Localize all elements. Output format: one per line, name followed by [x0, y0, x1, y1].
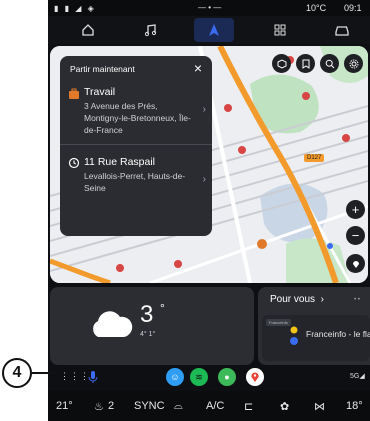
weather-widget[interactable]: 3 ° 4° 1° [50, 287, 254, 365]
seat-heat-icon[interactable]: ♨ [94, 400, 104, 413]
callout-line [32, 372, 58, 374]
destination-title: Travail [84, 86, 116, 98]
clock: 09:1 [344, 3, 362, 13]
status-bar: ▮ ▮ ◢ ◈ — • — 10°C 09:1 [48, 0, 370, 16]
signal-icon: 5G◢ [350, 373, 365, 380]
pager-dots: • • [354, 297, 360, 303]
status-dots: — • — [198, 3, 222, 12]
seat-vent-icon[interactable]: ⋈ [314, 400, 325, 413]
driver-temperature[interactable]: 21° [56, 400, 73, 412]
top-nav-bar [48, 16, 370, 44]
navigation-map[interactable]: D127 Partir maintenant × Travail 3 Avenu… [50, 46, 368, 283]
search-icon [325, 59, 334, 68]
route-shield-label: D127 [304, 154, 325, 162]
spotify-glyph: ≋ [195, 371, 203, 382]
map-poi-button[interactable] [272, 54, 291, 73]
fan-icon[interactable]: ✿ [280, 400, 289, 413]
map-search-button[interactable] [320, 54, 339, 73]
outside-temperature: 10°C [306, 3, 327, 13]
phone-app-icon[interactable]: ● [218, 368, 236, 386]
destination-subtitle: Levallois-Perret, Hauts-de-Seine [84, 171, 186, 193]
bookmark-icon [302, 59, 309, 69]
for-you-title-text: Pour vous [270, 294, 316, 305]
chevron-right-icon: › [202, 104, 206, 115]
radio-logo-icon [290, 326, 298, 345]
for-you-title: Pour vous › [270, 294, 324, 305]
card-header: Partir maintenant [70, 64, 135, 74]
navigation-button[interactable] [194, 18, 234, 42]
briefcase-icon [69, 88, 79, 99]
map-favorites-button[interactable] [296, 54, 315, 73]
history-icon [68, 157, 80, 169]
for-you-item-label: Franceinfo - le flash eco [306, 329, 370, 339]
waze-app-icon[interactable]: ☺ [166, 368, 184, 386]
weather-temperature: 3 [140, 301, 154, 328]
app-launcher-bar: ⋮⋮⋮ ☺ ≋ ● 5G◢ [48, 366, 370, 388]
passenger-temperature[interactable]: 18° [346, 400, 363, 412]
close-card-button[interactable]: × [194, 60, 202, 76]
phone-glyph: ● [224, 372, 230, 382]
home-icon [82, 24, 94, 36]
destination-title: 11 Rue Raspail [84, 156, 156, 168]
zoom-in-button[interactable]: + [346, 200, 365, 219]
google-maps-app-icon[interactable] [246, 368, 264, 386]
location-pin-icon [352, 260, 359, 268]
sync-button[interactable]: SYNC [134, 400, 165, 412]
gear-icon [349, 59, 358, 68]
microphone-icon[interactable] [88, 370, 98, 384]
vehicle-button[interactable] [322, 18, 362, 42]
box-icon [277, 58, 286, 69]
plus-icon: + [351, 202, 360, 217]
app-grid-icon[interactable]: ⋮⋮⋮ [60, 371, 90, 382]
home-button[interactable] [68, 18, 108, 42]
music-button[interactable] [130, 18, 170, 42]
windscreen-defrost-icon[interactable]: ⌓ [174, 400, 183, 413]
apps-button[interactable] [260, 18, 300, 42]
minus-icon: − [351, 228, 360, 243]
infotainment-screen: ▮ ▮ ◢ ◈ — • — 10°C 09:1 D127 Partir main… [48, 0, 370, 421]
map-settings-button[interactable] [344, 54, 363, 73]
rear-defrost-icon[interactable]: ⊏ [244, 400, 253, 413]
weather-unit: ° [160, 301, 165, 315]
map-pin-icon [251, 372, 259, 382]
navigation-arrow-icon [209, 24, 219, 36]
apps-grid-icon [274, 24, 286, 36]
weather-range: 4° 1° [140, 331, 156, 338]
ac-button[interactable]: A/C [206, 400, 224, 412]
departure-card: Partir maintenant × Travail 3 Avenue des… [60, 56, 212, 236]
callout-marker: 4 [2, 358, 32, 388]
seat-heat-level: 2 [108, 400, 115, 412]
spotify-app-icon[interactable]: ≋ [190, 368, 208, 386]
for-you-widget[interactable]: Pour vous › • • Franceinfo Franceinfo - … [258, 287, 370, 365]
status-icons: ▮ ▮ ◢ ◈ [54, 4, 96, 13]
climate-bar: 21° ♨ 2 SYNC ⌓ A/C ⊏ ✿ ⋈ 18° [48, 391, 370, 421]
music-icon [144, 24, 157, 37]
waze-glyph: ☺ [170, 372, 180, 382]
for-you-item[interactable]: Franceinfo Franceinfo - le flash eco [262, 315, 370, 361]
divider [60, 144, 212, 145]
zoom-out-button[interactable]: − [346, 226, 365, 245]
car-icon [335, 26, 349, 36]
cloud-icon [93, 311, 133, 337]
recenter-button[interactable] [346, 254, 365, 273]
destination-subtitle: 3 Avenue des Prés, Montigny-le-Bretonneu… [84, 101, 191, 135]
chevron-right-icon: › [202, 174, 206, 185]
